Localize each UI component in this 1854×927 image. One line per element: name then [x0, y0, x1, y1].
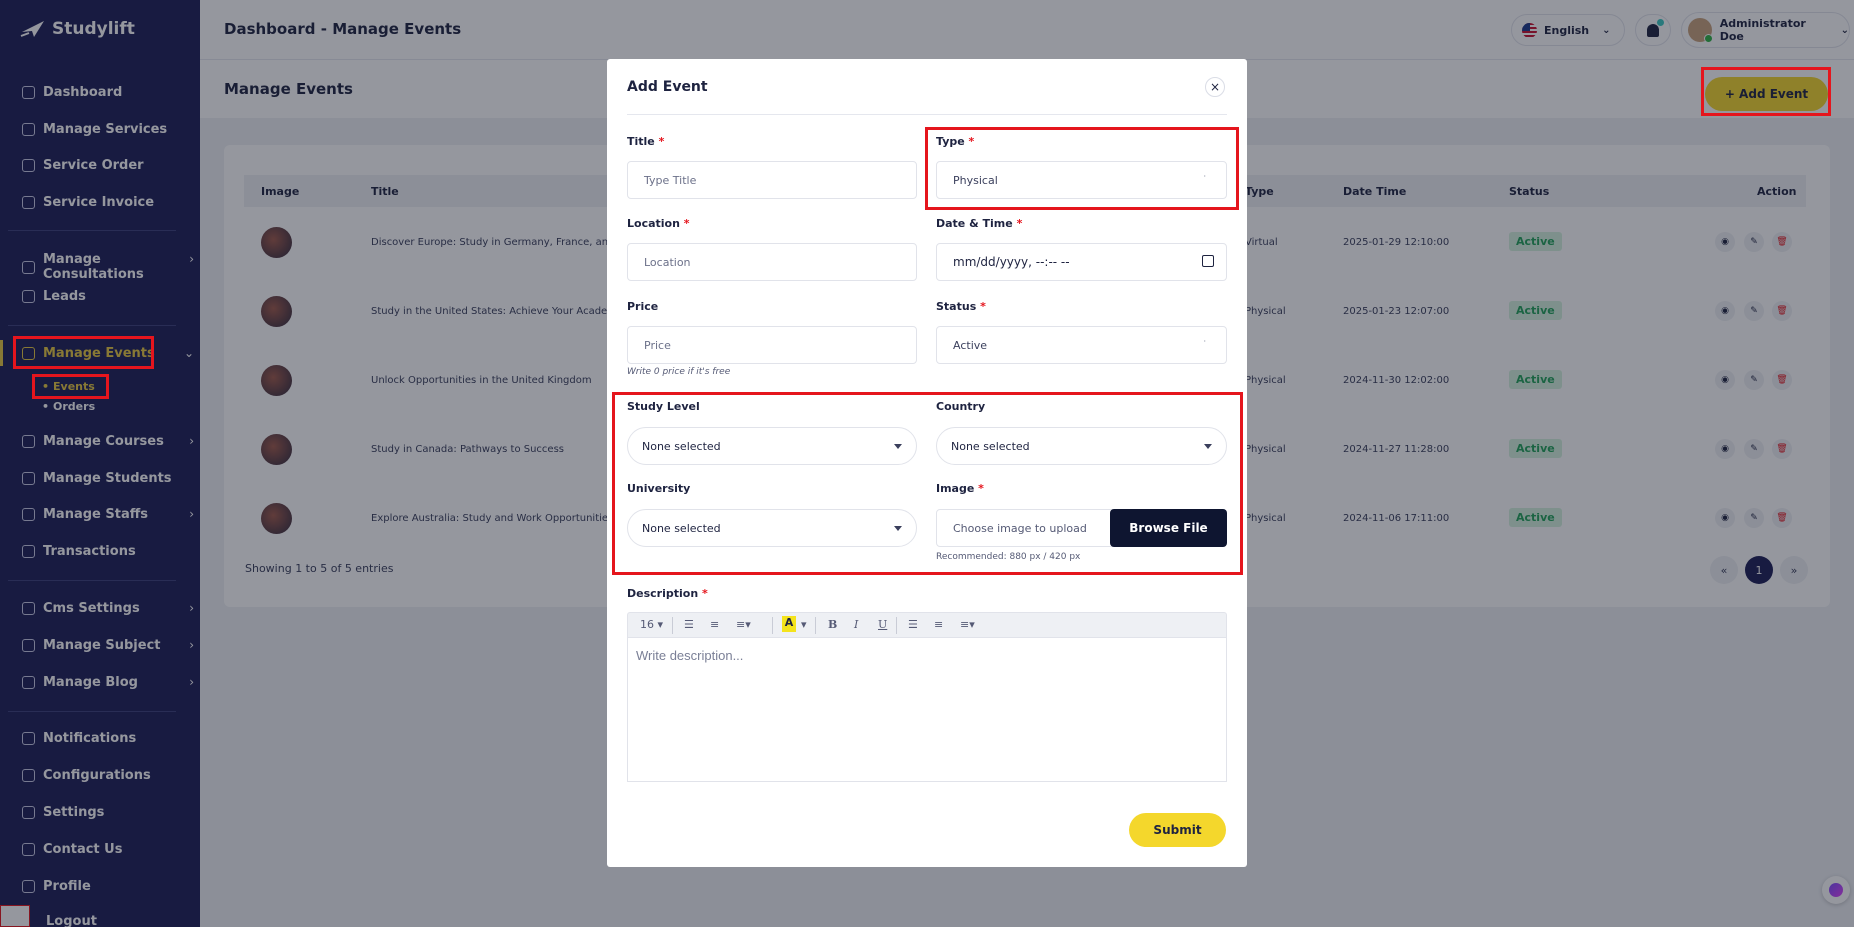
university-label: University	[627, 482, 691, 495]
bulleted-list-icon[interactable]: ☰	[908, 618, 918, 631]
editor-toolbar: 16 ▾ ☰ ≡ ≡▾ A ▾ B I U ☰ ≡ ≡▾	[627, 612, 1227, 637]
title-label: Title *	[627, 135, 664, 148]
country-label: Country	[936, 400, 986, 413]
required-mark: *	[968, 135, 975, 148]
label-text: Description	[627, 587, 699, 600]
toolbar-separator	[896, 617, 897, 634]
add-event-modal: Add Event × Title * Type Title Type * Ph…	[607, 59, 1247, 867]
type-select[interactable]: Physical ·	[936, 161, 1227, 199]
label-text: Date & Time	[936, 217, 1013, 230]
title-input[interactable]: Type Title	[627, 161, 917, 199]
modal-divider	[627, 114, 1227, 115]
font-size-dropdown[interactable]: 16 ▾	[640, 618, 663, 631]
highlight-color-icon[interactable]: A	[782, 616, 796, 632]
numbered-list-icon[interactable]: ≡	[934, 618, 943, 631]
font-size-value: 16	[640, 618, 654, 631]
description-placeholder: Write description...	[636, 648, 744, 663]
image-hint: Recommended: 880 px / 420 px	[936, 552, 1081, 562]
type-label: Type *	[936, 135, 974, 148]
required-mark: *	[978, 482, 984, 495]
datetime-label: Date & Time *	[936, 217, 1022, 230]
required-mark: *	[1016, 217, 1023, 230]
toolbar-separator	[672, 617, 673, 634]
study-level-label: Study Level	[627, 400, 700, 413]
required-mark: *	[658, 135, 665, 148]
title-placeholder: Type Title	[644, 173, 697, 187]
underline-icon[interactable]: U	[878, 618, 887, 631]
location-label: Location *	[627, 217, 690, 230]
bulleted-list-icon[interactable]: ☰	[684, 618, 694, 631]
label-text: Location	[627, 217, 680, 230]
status-select[interactable]: Active ·	[936, 326, 1227, 364]
datetime-value: mm/dd/yyyy, --:-- --	[953, 255, 1070, 269]
dropdown-arrow-icon	[894, 444, 902, 449]
label-text: Title	[627, 135, 655, 148]
price-input[interactable]: Price	[627, 326, 917, 364]
align-dropdown-icon[interactable]: ≡▾	[960, 618, 975, 631]
label-text: Status	[936, 300, 977, 313]
align-dropdown-icon[interactable]: ≡▾	[736, 618, 751, 631]
country-value: None selected	[951, 439, 1030, 453]
status-value: Active	[953, 338, 988, 352]
toolbar-separator	[772, 617, 773, 634]
caret-icon: ·	[1203, 337, 1206, 346]
calendar-icon[interactable]	[1202, 255, 1214, 267]
highlight-dropdown-icon[interactable]: ▾	[801, 618, 807, 631]
required-mark: *	[702, 587, 708, 600]
price-hint: Write 0 price if it's free	[627, 367, 731, 377]
toolbar-separator	[815, 617, 816, 634]
university-select[interactable]: None selected	[627, 509, 917, 547]
image-placeholder: Choose image to upload	[953, 521, 1087, 535]
price-placeholder: Price	[644, 338, 671, 352]
status-label: Status *	[936, 300, 986, 313]
bold-icon[interactable]: B	[828, 618, 837, 631]
caret-icon: ·	[1203, 172, 1206, 181]
university-value: None selected	[642, 521, 721, 535]
image-label: Image *	[936, 482, 984, 495]
study-level-select[interactable]: None selected	[627, 427, 917, 465]
label-text: Type	[936, 135, 965, 148]
dropdown-arrow-icon	[1204, 444, 1212, 449]
datetime-input[interactable]: mm/dd/yyyy, --:-- --	[936, 243, 1227, 281]
study-level-value: None selected	[642, 439, 721, 453]
required-mark: *	[683, 217, 690, 230]
price-label: Price	[627, 300, 659, 313]
type-value: Physical	[953, 173, 998, 187]
description-label: Description *	[627, 587, 708, 600]
dropdown-arrow-icon	[894, 526, 902, 531]
submit-button[interactable]: Submit	[1129, 813, 1226, 847]
location-placeholder: Location	[644, 255, 691, 269]
location-input[interactable]: Location	[627, 243, 917, 281]
modal-title: Add Event	[627, 79, 708, 95]
numbered-list-icon[interactable]: ≡	[710, 618, 719, 631]
description-editor[interactable]: Write description...	[627, 637, 1227, 782]
italic-icon[interactable]: I	[854, 618, 858, 631]
image-file-input[interactable]: Choose image to upload	[936, 509, 1116, 547]
label-text: Image	[936, 482, 975, 495]
browse-file-button[interactable]: Browse File	[1110, 509, 1227, 547]
country-select[interactable]: None selected	[936, 427, 1227, 465]
required-mark: *	[980, 300, 986, 313]
close-icon[interactable]: ×	[1205, 77, 1225, 97]
